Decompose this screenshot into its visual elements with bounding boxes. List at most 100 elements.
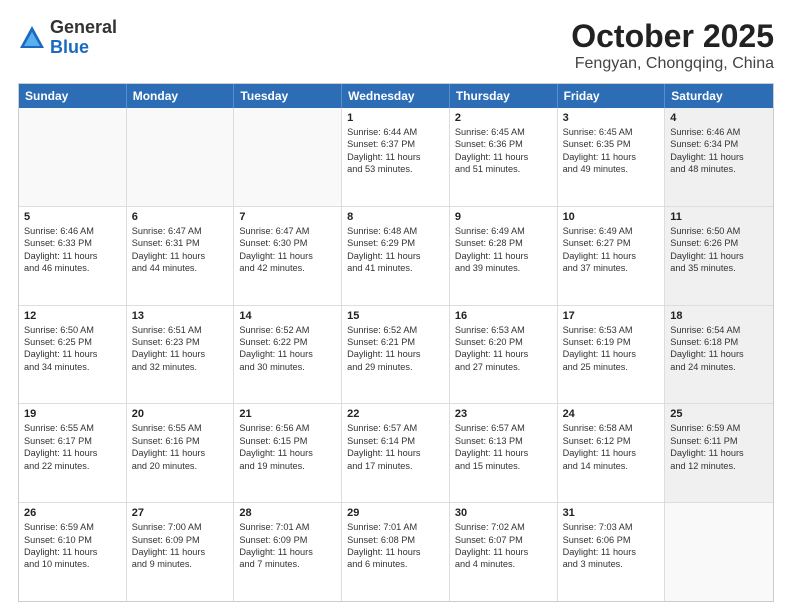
calendar-cell: 19Sunrise: 6:55 AMSunset: 6:17 PMDayligh…: [19, 404, 127, 502]
day-number: 27: [132, 507, 229, 519]
page: General Blue October 2025 Fengyan, Chong…: [0, 0, 792, 612]
day-info: Sunrise: 6:57 AMSunset: 6:14 PMDaylight:…: [347, 422, 444, 472]
day-info: Sunrise: 6:46 AMSunset: 6:33 PMDaylight:…: [24, 225, 121, 275]
calendar-cell: 26Sunrise: 6:59 AMSunset: 6:10 PMDayligh…: [19, 503, 127, 601]
day-number: 20: [132, 408, 229, 420]
day-number: 14: [239, 310, 336, 322]
day-info: Sunrise: 6:55 AMSunset: 6:16 PMDaylight:…: [132, 422, 229, 472]
day-number: 22: [347, 408, 444, 420]
calendar-cell: [19, 108, 127, 206]
day-info: Sunrise: 6:50 AMSunset: 6:26 PMDaylight:…: [670, 225, 768, 275]
calendar-cell: 5 Sunrise: 6:46 AMSunset: 6:33 PMDaylight…: [19, 207, 127, 305]
calendar-cell: 8Sunrise: 6:48 AMSunset: 6:29 PMDaylight…: [342, 207, 450, 305]
day-number: 2: [455, 112, 552, 124]
day-info: Sunrise: 7:03 AMSunset: 6:06 PMDaylight:…: [563, 521, 660, 571]
calendar-header: SundayMondayTuesdayWednesdayThursdayFrid…: [19, 84, 773, 108]
weekday-header: Tuesday: [234, 84, 342, 108]
calendar-row: 26Sunrise: 6:59 AMSunset: 6:10 PMDayligh…: [19, 503, 773, 601]
calendar-cell: 14 Sunrise: 6:52 AMSunset: 6:22 PMDayligh…: [234, 306, 342, 404]
day-number: 30: [455, 507, 552, 519]
day-number: 26: [24, 507, 121, 519]
calendar-cell: 24Sunrise: 6:58 AMSunset: 6:12 PMDayligh…: [558, 404, 666, 502]
calendar-cell: 15Sunrise: 6:52 AMSunset: 6:21 PMDayligh…: [342, 306, 450, 404]
logo-general: General: [50, 18, 117, 38]
day-info: Sunrise: 6:53 AMSunset: 6:20 PMDaylight:…: [455, 324, 552, 374]
day-info: Sunrise: 6:52 AMSunset: 6:22 PMDaylight:…: [239, 324, 336, 374]
calendar-cell: 29Sunrise: 7:01 AMSunset: 6:08 PMDayligh…: [342, 503, 450, 601]
day-number: 25: [670, 408, 768, 420]
calendar-cell: 2 Sunrise: 6:45 AMSunset: 6:36 PMDaylight…: [450, 108, 558, 206]
calendar: SundayMondayTuesdayWednesdayThursdayFrid…: [18, 83, 774, 602]
day-number: 12: [24, 310, 121, 322]
calendar-cell: 22 Sunrise: 6:57 AMSunset: 6:14 PMDayligh…: [342, 404, 450, 502]
calendar-cell: 10 Sunrise: 6:49 AMSunset: 6:27 PMDayligh…: [558, 207, 666, 305]
calendar-cell: 27 Sunrise: 7:00 AMSunset: 6:09 PMDayligh…: [127, 503, 235, 601]
calendar-row: 1 Sunrise: 6:44 AMSunset: 6:37 PMDaylight…: [19, 108, 773, 207]
day-number: 13: [132, 310, 229, 322]
title-block: October 2025 Fengyan, Chongqing, China: [571, 18, 774, 73]
day-info: Sunrise: 6:59 AMSunset: 6:11 PMDaylight:…: [670, 422, 768, 472]
calendar-cell: 9Sunrise: 6:49 AMSunset: 6:28 PMDaylight…: [450, 207, 558, 305]
logo: General Blue: [18, 18, 117, 58]
day-number: 1: [347, 112, 444, 124]
weekday-header: Wednesday: [342, 84, 450, 108]
day-info: Sunrise: 6:45 AMSunset: 6:36 PMDaylight:…: [455, 126, 552, 176]
day-number: 18: [670, 310, 768, 322]
day-info: Sunrise: 6:52 AMSunset: 6:21 PMDaylight:…: [347, 324, 444, 374]
calendar-cell: 31 Sunrise: 7:03 AMSunset: 6:06 PMDayligh…: [558, 503, 666, 601]
day-info: Sunrise: 7:01 AMSunset: 6:09 PMDaylight:…: [239, 521, 336, 571]
day-number: 7: [239, 211, 336, 223]
calendar-cell: 4Sunrise: 6:46 AMSunset: 6:34 PMDaylight…: [665, 108, 773, 206]
day-info: Sunrise: 6:49 AMSunset: 6:27 PMDaylight:…: [563, 225, 660, 275]
calendar-cell: [234, 108, 342, 206]
weekday-header: Friday: [558, 84, 666, 108]
day-number: 8: [347, 211, 444, 223]
logo-icon: [18, 24, 46, 52]
calendar-row: 12 Sunrise: 6:50 AMSunset: 6:25 PMDayligh…: [19, 306, 773, 405]
day-number: 11: [670, 211, 768, 223]
day-number: 10: [563, 211, 660, 223]
day-info: Sunrise: 6:44 AMSunset: 6:37 PMDaylight:…: [347, 126, 444, 176]
calendar-cell: 13 Sunrise: 6:51 AMSunset: 6:23 PMDayligh…: [127, 306, 235, 404]
day-info: Sunrise: 6:45 AMSunset: 6:35 PMDaylight:…: [563, 126, 660, 176]
day-number: 5: [24, 211, 121, 223]
calendar-cell: 30 Sunrise: 7:02 AMSunset: 6:07 PMDayligh…: [450, 503, 558, 601]
day-number: 31: [563, 507, 660, 519]
day-number: 17: [563, 310, 660, 322]
calendar-cell: 11 Sunrise: 6:50 AMSunset: 6:26 PMDayligh…: [665, 207, 773, 305]
day-info: Sunrise: 6:47 AMSunset: 6:30 PMDaylight:…: [239, 225, 336, 275]
calendar-cell: 12 Sunrise: 6:50 AMSunset: 6:25 PMDayligh…: [19, 306, 127, 404]
calendar-cell: 28 Sunrise: 7:01 AMSunset: 6:09 PMDayligh…: [234, 503, 342, 601]
day-number: 19: [24, 408, 121, 420]
calendar-cell: 3 Sunrise: 6:45 AMSunset: 6:35 PMDaylight…: [558, 108, 666, 206]
day-info: Sunrise: 6:56 AMSunset: 6:15 PMDaylight:…: [239, 422, 336, 472]
calendar-body: 1 Sunrise: 6:44 AMSunset: 6:37 PMDaylight…: [19, 108, 773, 601]
calendar-cell: 25 Sunrise: 6:59 AMSunset: 6:11 PMDayligh…: [665, 404, 773, 502]
header: General Blue October 2025 Fengyan, Chong…: [18, 18, 774, 73]
day-info: Sunrise: 6:47 AMSunset: 6:31 PMDaylight:…: [132, 225, 229, 275]
location: Fengyan, Chongqing, China: [571, 55, 774, 73]
day-info: Sunrise: 7:00 AMSunset: 6:09 PMDaylight:…: [132, 521, 229, 571]
weekday-header: Saturday: [665, 84, 773, 108]
day-number: 3: [563, 112, 660, 124]
day-number: 24: [563, 408, 660, 420]
day-number: 23: [455, 408, 552, 420]
calendar-cell: 7 Sunrise: 6:47 AMSunset: 6:30 PMDaylight…: [234, 207, 342, 305]
calendar-cell: 1 Sunrise: 6:44 AMSunset: 6:37 PMDaylight…: [342, 108, 450, 206]
month-title: October 2025: [571, 18, 774, 55]
day-number: 28: [239, 507, 336, 519]
day-info: Sunrise: 6:51 AMSunset: 6:23 PMDaylight:…: [132, 324, 229, 374]
calendar-row: 5 Sunrise: 6:46 AMSunset: 6:33 PMDaylight…: [19, 207, 773, 306]
day-info: Sunrise: 7:02 AMSunset: 6:07 PMDaylight:…: [455, 521, 552, 571]
logo-text: General Blue: [50, 18, 117, 58]
calendar-cell: [665, 503, 773, 601]
weekday-header: Thursday: [450, 84, 558, 108]
weekday-header: Sunday: [19, 84, 127, 108]
calendar-cell: 20 Sunrise: 6:55 AMSunset: 6:16 PMDayligh…: [127, 404, 235, 502]
calendar-cell: 16Sunrise: 6:53 AMSunset: 6:20 PMDayligh…: [450, 306, 558, 404]
day-info: Sunrise: 6:54 AMSunset: 6:18 PMDaylight:…: [670, 324, 768, 374]
day-number: 4: [670, 112, 768, 124]
calendar-cell: 23Sunrise: 6:57 AMSunset: 6:13 PMDayligh…: [450, 404, 558, 502]
day-info: Sunrise: 6:50 AMSunset: 6:25 PMDaylight:…: [24, 324, 121, 374]
day-number: 6: [132, 211, 229, 223]
